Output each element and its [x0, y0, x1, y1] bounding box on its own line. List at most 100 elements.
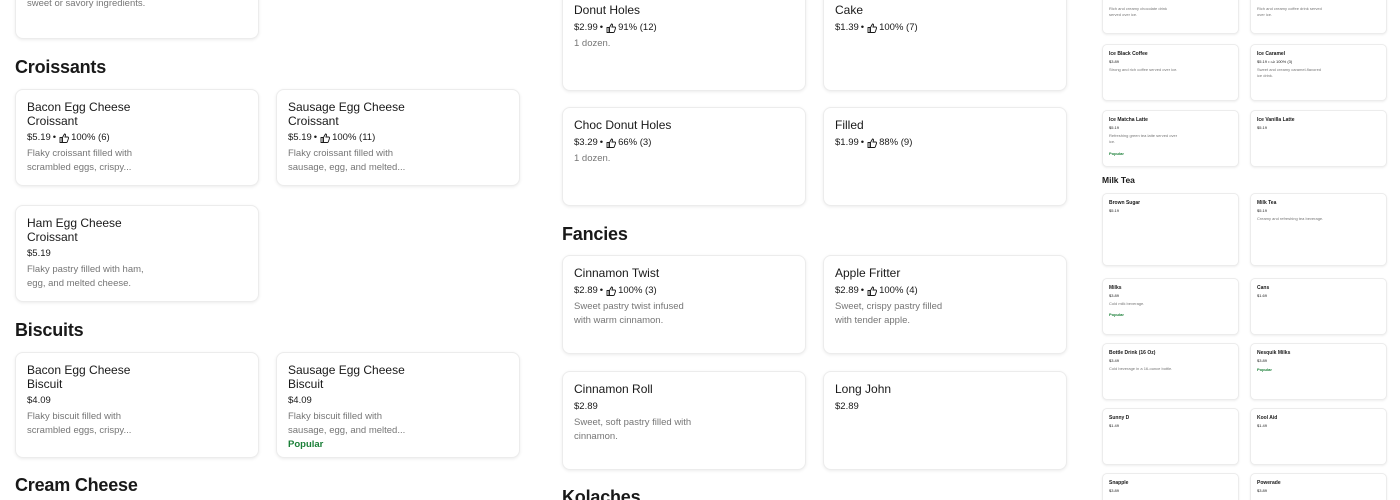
- section-title-croissants: Croissants: [15, 57, 107, 77]
- menu-item-card[interactable]: Rich and creamy coffee drink served over…: [1250, 0, 1387, 34]
- menu-item-card[interactable]: Filled $1.99 • 88% (9): [823, 107, 1067, 206]
- menu-item-card[interactable]: Ice Matcha Latte $5.19 Refreshing green …: [1102, 110, 1239, 167]
- separator: •: [599, 137, 604, 148]
- item-name: Milk Tea: [1257, 200, 1277, 206]
- item-name: Nesquik Milks: [1257, 350, 1291, 356]
- separator: •: [860, 285, 865, 296]
- menu-item-card[interactable]: Sunny D $1.49: [1102, 408, 1239, 465]
- item-price-rating: $1.39 • 100% (7): [835, 22, 918, 33]
- menu-item-card[interactable]: Cake $1.39 • 100% (7): [823, 0, 1067, 91]
- item-name: Bacon Egg Cheese Biscuit: [27, 363, 131, 391]
- item-rating: 100% (6): [71, 132, 110, 143]
- item-price: $5.19: [1257, 208, 1268, 213]
- item-description: Flaky biscuit filled with scrambled eggs…: [27, 411, 132, 436]
- item-price: $2.99: [574, 22, 598, 33]
- item-rating: 100% (4): [879, 285, 918, 296]
- popular-badge: Popular: [1109, 151, 1124, 156]
- item-description: Sweet, crispy pastry filled with tender …: [835, 301, 943, 326]
- item-price: $1.49: [1109, 423, 1120, 428]
- menu-item-card[interactable]: Donut Holes $2.99 • 91% (12) 1 dozen.: [562, 0, 806, 91]
- item-description: Cold milk beverage.: [1109, 301, 1145, 306]
- item-price: $4.09: [288, 395, 312, 406]
- item-price: $3.89: [1109, 59, 1120, 64]
- item-description: Refreshing green tea latte served over i…: [1109, 133, 1178, 144]
- menu-item-card[interactable]: Milk Tea $5.19 Creamy and refreshing tea…: [1250, 193, 1387, 266]
- item-price-rating: $2.89 • 100% (4): [835, 285, 918, 296]
- item-name: Sausage Egg Cheese Croissant: [288, 100, 405, 128]
- item-price: $3.29: [574, 137, 598, 148]
- item-price: $3.89: [1109, 488, 1120, 493]
- item-description: Creamy and refreshing tea beverage.: [1257, 216, 1324, 221]
- item-description: Flaky croissant filled with scrambled eg…: [27, 148, 133, 173]
- menu-item-card[interactable]: sweet or savory ingredients.: [15, 0, 259, 39]
- item-description: Rich and creamy coffee drink served over…: [1257, 6, 1322, 17]
- item-name: Bottle Drink (16 Oz): [1109, 350, 1156, 356]
- item-name: Filled: [835, 118, 864, 132]
- menu-item-card[interactable]: Nesquik Milks $3.89 Popular: [1250, 343, 1387, 400]
- item-price: $5.19: [27, 132, 51, 143]
- item-description: Sweet pastry twist infused with warm cin…: [574, 301, 684, 326]
- item-name: Ice Vanilla Latte: [1257, 117, 1295, 123]
- menu-item-card[interactable]: Rich and creamy chocolate drink served o…: [1102, 0, 1239, 34]
- item-description: Rich and creamy chocolate drink served o…: [1109, 6, 1168, 17]
- separator: •: [860, 137, 865, 148]
- menu-item-card[interactable]: Snapple $3.89: [1102, 473, 1239, 500]
- item-rating: 88% (9): [879, 137, 913, 148]
- thumbs-up-icon: [606, 23, 617, 33]
- menu-item-card[interactable]: Ice Vanilla Latte $5.19: [1250, 110, 1387, 167]
- menu-item-card[interactable]: Ham Egg Cheese Croissant $5.19 Flaky pas…: [15, 205, 259, 302]
- item-price: $2.89: [835, 401, 859, 412]
- menu-item-card[interactable]: Bacon Egg Cheese Croissant $5.19 • 100% …: [15, 89, 259, 186]
- item-price: $1.69: [1257, 293, 1268, 298]
- thumbs-up-icon: [867, 286, 878, 296]
- item-name: Ice Caramel: [1257, 51, 1286, 57]
- item-price-rating: $5.19 • 100% (6): [27, 132, 110, 143]
- section-title-biscuits: Biscuits: [15, 320, 84, 340]
- menu-item-card[interactable]: Sausage Egg Cheese Croissant $5.19 • 100…: [276, 89, 520, 186]
- item-rating: 66% (3): [618, 137, 652, 148]
- item-name: Long John: [835, 382, 892, 396]
- item-price: $3.89: [1257, 358, 1268, 363]
- menu-item-card[interactable]: Bottle Drink (16 Oz) $3.49 Cold beverage…: [1102, 343, 1239, 400]
- item-price: $5.19: [1257, 59, 1268, 64]
- item-price-rating: $2.99 • 91% (12): [574, 22, 657, 33]
- item-name: Ham Egg Cheese Croissant: [27, 216, 122, 244]
- item-price: $5.19: [1257, 125, 1268, 130]
- menu-item-card[interactable]: Cinnamon Roll $2.89 Sweet, soft pastry f…: [562, 371, 806, 470]
- menu-item-card[interactable]: Bacon Egg Cheese Biscuit $4.09 Flaky bis…: [15, 352, 259, 458]
- menu-item-card[interactable]: Cinnamon Twist $2.89 • 100% (3) Sweet pa…: [562, 255, 806, 354]
- separator: •: [313, 132, 318, 143]
- menu-item-card[interactable]: Milks $3.89 Cold milk beverage. Popular: [1102, 278, 1239, 335]
- item-price: $2.89: [574, 285, 598, 296]
- thumbs-up-icon: [867, 138, 878, 148]
- item-description: sweet or savory ingredients.: [27, 0, 146, 9]
- separator: •: [1268, 59, 1270, 64]
- menu-item-card[interactable]: Kool Aid $1.49: [1250, 408, 1387, 465]
- item-price: $2.89: [574, 401, 598, 412]
- separator: •: [599, 22, 604, 33]
- item-price: $5.19: [1109, 208, 1120, 213]
- menu-item-card[interactable]: Ice Caramel $5.19 • 👍︎ 100% (3) Sweet an…: [1250, 44, 1387, 101]
- item-description: 1 dozen.: [574, 153, 611, 164]
- menu-item-card[interactable]: Brown Sugar $5.19: [1102, 193, 1239, 266]
- item-rating: 100% (7): [879, 22, 918, 33]
- item-description: 1 dozen.: [574, 38, 611, 49]
- item-name: Ice Black Coffee: [1109, 51, 1148, 57]
- menu-item-card[interactable]: Ice Black Coffee $3.89 Strong and rich c…: [1102, 44, 1239, 101]
- thumbs-up-icon: [867, 23, 878, 33]
- menu-item-card[interactable]: Powerade $3.89: [1250, 473, 1387, 500]
- item-price: $2.89: [835, 285, 859, 296]
- menu-item-card[interactable]: Apple Fritter $2.89 • 100% (4) Sweet, cr…: [823, 255, 1067, 354]
- menu-item-card[interactable]: Long John $2.89: [823, 371, 1067, 470]
- menu-item-card[interactable]: Sausage Egg Cheese Biscuit $4.09 Flaky b…: [276, 352, 520, 458]
- item-name: Cinnamon Roll: [574, 382, 653, 396]
- item-rating: 100% (11): [332, 132, 376, 143]
- item-description: Flaky pastry filled with ham, egg, and m…: [27, 264, 144, 289]
- menu-item-card[interactable]: Cans $1.69: [1250, 278, 1387, 335]
- menu-item-card[interactable]: Choc Donut Holes $3.29 • 66% (3) 1 dozen…: [562, 107, 806, 206]
- section-title-kolaches: Kolaches: [562, 487, 641, 500]
- item-rating: 91% (12): [618, 22, 657, 33]
- item-price-rating: $3.29 • 66% (3): [574, 137, 651, 148]
- item-name: Cinnamon Twist: [574, 266, 660, 280]
- item-name: Cake: [835, 3, 864, 17]
